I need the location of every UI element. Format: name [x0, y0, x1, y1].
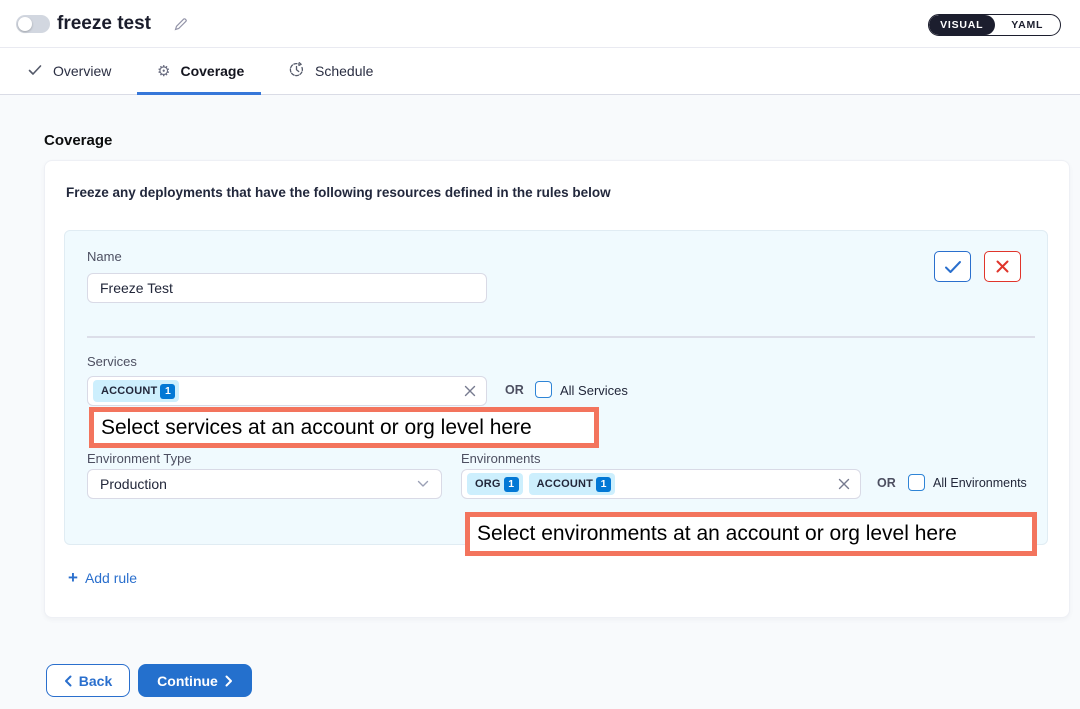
environment-type-label: Environment Type	[87, 451, 192, 466]
freeze-enabled-toggle[interactable]	[16, 15, 50, 33]
services-clear-icon[interactable]	[464, 385, 476, 397]
tab-overview-label: Overview	[53, 63, 111, 79]
environments-label: Environments	[461, 451, 540, 466]
chip-count-badge: 1	[160, 384, 175, 399]
delete-x-icon	[996, 260, 1009, 273]
all-environments-label[interactable]: All Environments	[933, 476, 1027, 490]
chip-count-badge: 1	[504, 477, 519, 492]
tab-schedule[interactable]: Schedule	[288, 48, 373, 94]
add-rule-button[interactable]: + Add rule	[68, 569, 137, 586]
services-or-label: OR	[505, 383, 524, 397]
schedule-clock-icon	[288, 61, 305, 81]
tab-coverage[interactable]: ⚙ Coverage	[157, 48, 244, 94]
environments-chip-org[interactable]: ORG 1	[467, 473, 523, 495]
coverage-section-title: Coverage	[44, 132, 112, 149]
environments-or-label: OR	[877, 476, 896, 490]
confirm-check-icon	[944, 260, 962, 274]
chevron-right-icon	[225, 675, 233, 687]
environments-multiselect[interactable]: ORG 1 ACCOUNT 1	[461, 469, 861, 499]
chip-label: ACCOUNT	[537, 478, 593, 490]
plus-icon: +	[68, 569, 78, 586]
visual-yaml-toggle: VISUAL YAML	[928, 14, 1061, 36]
freeze-studio-page: freeze test VISUAL YAML Overview ⚙ Cover…	[0, 0, 1080, 709]
edit-title-pencil-icon[interactable]	[172, 15, 190, 33]
back-label: Back	[79, 673, 112, 689]
visual-mode-button[interactable]: VISUAL	[929, 15, 995, 35]
environments-chip-account[interactable]: ACCOUNT 1	[529, 473, 615, 495]
environment-type-select[interactable]: Production	[87, 469, 442, 499]
tab-bar: Overview ⚙ Coverage Schedule	[0, 48, 1080, 95]
tab-coverage-label: Coverage	[180, 63, 244, 79]
continue-button[interactable]: Continue	[138, 664, 252, 697]
tab-schedule-label: Schedule	[315, 63, 373, 79]
chevron-left-icon	[64, 675, 72, 687]
delete-rule-button[interactable]	[984, 251, 1021, 282]
add-rule-label: Add rule	[85, 570, 137, 586]
chip-label: ORG	[475, 478, 501, 490]
environment-type-value: Production	[100, 476, 167, 492]
environments-annotation-callout: Select environments at an account or org…	[465, 512, 1037, 556]
chip-count-badge: 1	[596, 477, 611, 492]
services-annotation-callout: Select services at an account or org lev…	[89, 407, 599, 448]
environments-clear-icon[interactable]	[838, 478, 850, 490]
tab-overview[interactable]: Overview	[27, 48, 111, 94]
all-services-label[interactable]: All Services	[560, 383, 628, 398]
page-title: freeze test	[57, 0, 151, 48]
rule-divider	[87, 336, 1035, 338]
chip-label: ACCOUNT	[101, 385, 157, 397]
yaml-mode-button[interactable]: YAML	[995, 15, 1061, 35]
name-label: Name	[87, 249, 122, 264]
chevron-down-icon	[417, 480, 429, 488]
top-bar: freeze test VISUAL YAML	[0, 0, 1080, 48]
services-multiselect[interactable]: ACCOUNT 1	[87, 376, 487, 406]
rule-editor-card: Name Services ACCOUNT 1 OR All Services …	[64, 230, 1048, 545]
check-icon	[27, 62, 43, 81]
confirm-rule-button[interactable]	[934, 251, 971, 282]
all-environments-checkbox[interactable]	[908, 474, 925, 491]
gear-icon: ⚙	[157, 64, 170, 79]
continue-label: Continue	[157, 673, 218, 689]
all-services-checkbox[interactable]	[535, 381, 552, 398]
toggle-knob	[18, 17, 32, 31]
services-label: Services	[87, 354, 137, 369]
services-chip-account[interactable]: ACCOUNT 1	[93, 380, 179, 402]
back-button[interactable]: Back	[46, 664, 130, 697]
rule-name-input[interactable]	[87, 273, 487, 303]
coverage-description: Freeze any deployments that have the fol…	[66, 185, 611, 200]
